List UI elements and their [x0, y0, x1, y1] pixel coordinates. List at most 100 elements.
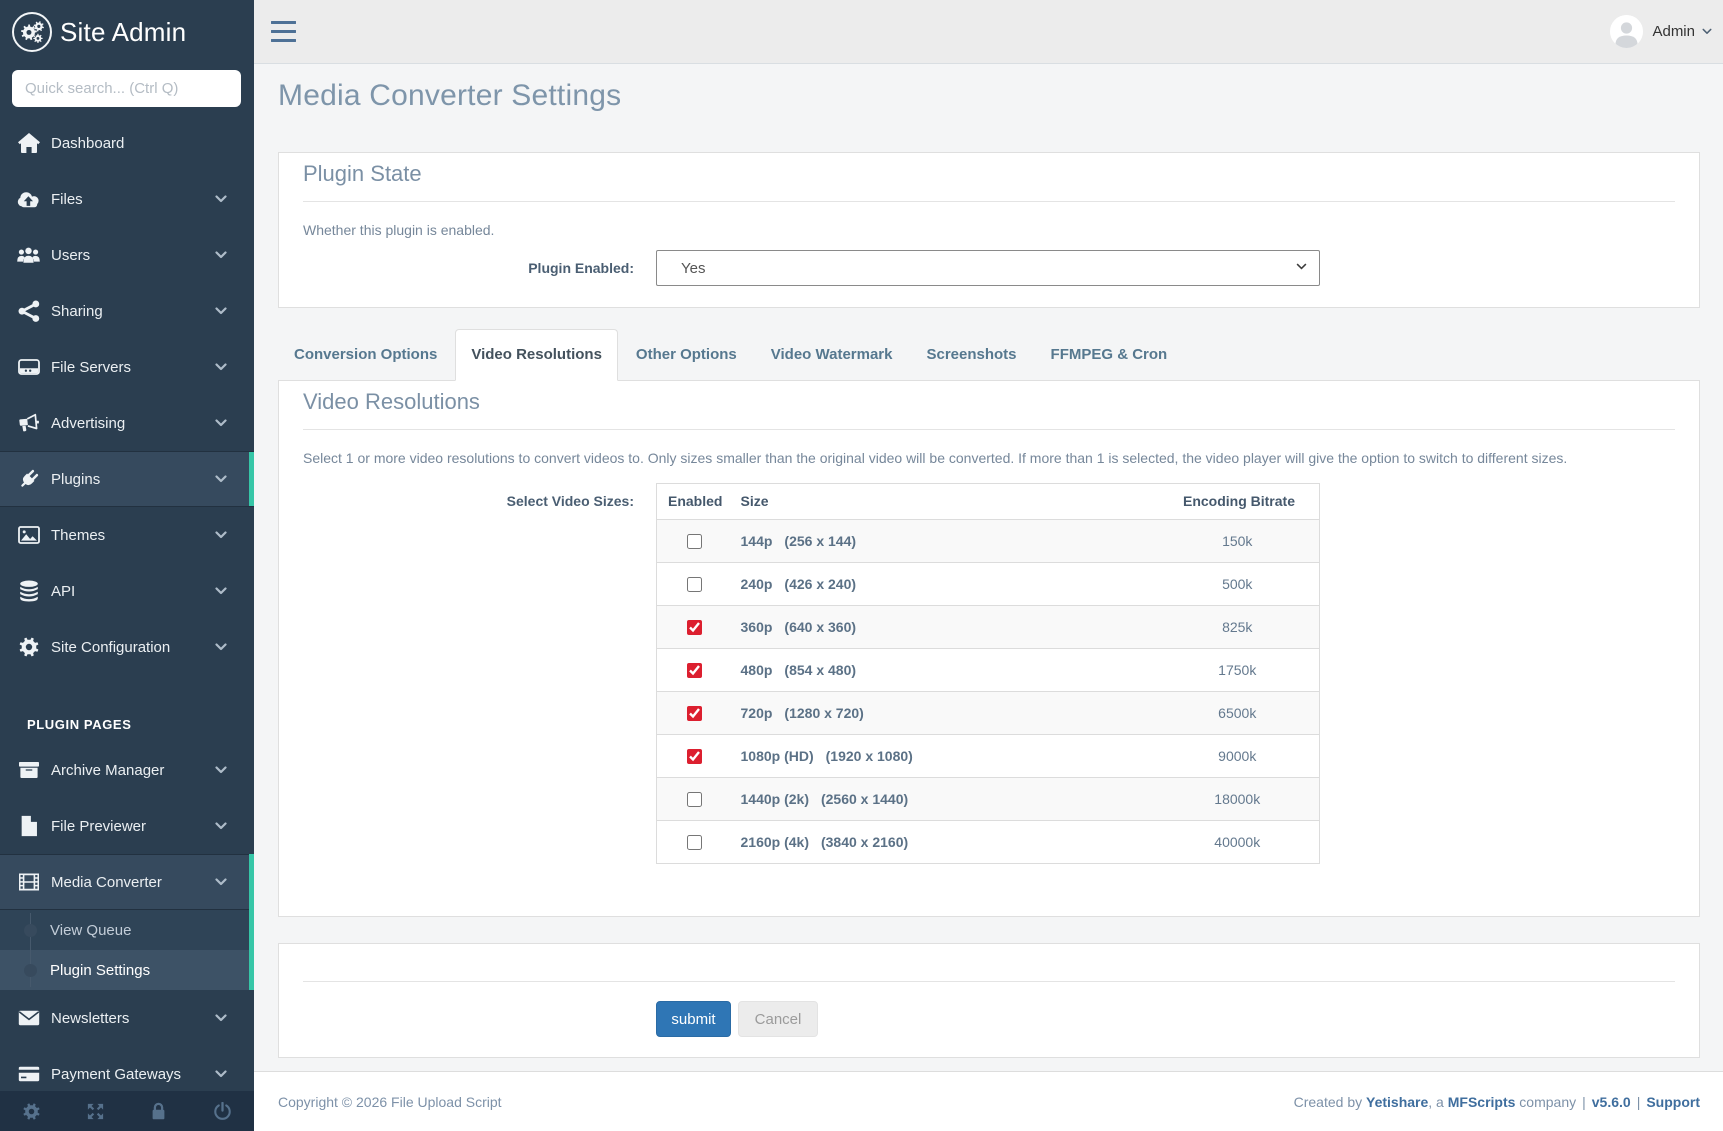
sidebar-item-files[interactable]: Files — [0, 171, 254, 227]
sidebar-item-advertising[interactable]: Advertising — [0, 395, 254, 451]
copyright-text: Copyright © 2026 File Upload Script — [278, 1094, 502, 1110]
chevron-down-icon — [215, 643, 227, 651]
settings-gear-icon[interactable] — [0, 1102, 64, 1121]
brand-title: Site Admin — [60, 17, 186, 48]
video-size-label: 360p(640 x 360) — [731, 606, 1170, 649]
sidebar-group-media-converter: Media Converter View Queue Plugin Settin… — [0, 854, 254, 990]
video-size-label: 480p(854 x 480) — [731, 649, 1170, 692]
video-size-checkbox[interactable] — [687, 620, 702, 635]
chevron-down-icon — [215, 363, 227, 371]
select-video-sizes-label: Select Video Sizes: — [303, 483, 656, 509]
tab-ffmpeg-cron[interactable]: FFMPEG & Cron — [1035, 329, 1184, 381]
sidebar-item-users[interactable]: Users — [0, 227, 254, 283]
footer: Copyright © 2026 File Upload Script Crea… — [254, 1071, 1723, 1131]
video-size-label: 1440p (2k)(2560 x 1440) — [731, 778, 1170, 821]
yetishare-link[interactable]: Yetishare — [1366, 1094, 1428, 1110]
sidebar-subitem-label: View Queue — [50, 922, 131, 939]
tab-conversion-options[interactable]: Conversion Options — [278, 329, 453, 381]
video-size-checkbox[interactable] — [687, 835, 702, 850]
chevron-down-icon — [215, 419, 227, 427]
lock-icon[interactable] — [127, 1102, 191, 1121]
mfscripts-link[interactable]: MFScripts — [1448, 1094, 1516, 1110]
video-size-row: 144p(256 x 144)150k — [657, 520, 1320, 563]
menu-hamburger-icon[interactable] — [271, 21, 296, 42]
video-size-row: 720p(1280 x 720)6500k — [657, 692, 1320, 735]
power-icon[interactable] — [191, 1102, 255, 1121]
sidebar-item-label: Advertising — [51, 415, 215, 432]
video-sizes-table: Enabled Size Encoding Bitrate 144p(256 x… — [656, 483, 1320, 864]
column-header-enabled: Enabled — [657, 484, 731, 520]
video-size-row: 1440p (2k)(2560 x 1440)18000k — [657, 778, 1320, 821]
sidebar-subitem-plugin-settings[interactable]: Plugin Settings — [0, 950, 254, 990]
video-size-checkbox[interactable] — [687, 577, 702, 592]
avatar — [1610, 15, 1643, 48]
archive-box-icon — [17, 759, 40, 782]
plugin-state-description: Whether this plugin is enabled. — [303, 222, 1675, 238]
plugin-enabled-select[interactable]: Yes — [656, 250, 1320, 286]
video-size-checkbox[interactable] — [687, 749, 702, 764]
column-header-size: Size — [731, 484, 1170, 520]
video-size-label: 240p(426 x 240) — [731, 563, 1170, 606]
sidebar-subitem-label: Plugin Settings — [50, 962, 150, 979]
tab-other-options[interactable]: Other Options — [620, 329, 753, 381]
chevron-down-icon — [215, 878, 227, 886]
sidebar-item-sharing[interactable]: Sharing — [0, 283, 254, 339]
tab-video-resolutions[interactable]: Video Resolutions — [455, 329, 618, 381]
tab-video-watermark[interactable]: Video Watermark — [755, 329, 909, 381]
quick-search-input[interactable] — [12, 70, 241, 107]
tab-screenshots[interactable]: Screenshots — [910, 329, 1032, 381]
sidebar-item-api[interactable]: API — [0, 563, 254, 619]
sidebar: Site Admin Dashboard Files Users Sharing… — [0, 0, 254, 1131]
users-icon — [17, 244, 40, 267]
video-size-row: 1080p (HD)(1920 x 1080)9000k — [657, 735, 1320, 778]
video-size-row: 240p(426 x 240)500k — [657, 563, 1320, 606]
chevron-down-icon — [215, 822, 227, 830]
sidebar-subitem-view-queue[interactable]: View Queue — [0, 910, 254, 950]
sidebar-item-label: File Previewer — [51, 818, 215, 835]
active-accent-bar — [249, 854, 254, 990]
film-icon — [17, 871, 40, 894]
submit-button[interactable]: submit — [656, 1001, 731, 1037]
video-size-bitrate: 500k — [1170, 563, 1320, 606]
video-size-bitrate: 6500k — [1170, 692, 1320, 735]
video-size-checkbox[interactable] — [687, 706, 702, 721]
footer-credits: Created by Yetishare, a MFScripts compan… — [1294, 1094, 1700, 1110]
sidebar-item-newsletters[interactable]: Newsletters — [0, 990, 254, 1046]
site-admin-logo-icon — [12, 12, 52, 52]
panel-spacer — [279, 944, 1699, 981]
cancel-button[interactable]: Cancel — [738, 1001, 818, 1037]
select-chevron-icon — [1296, 263, 1307, 270]
gear-icon — [17, 636, 40, 659]
sidebar-item-archive-manager[interactable]: Archive Manager — [0, 742, 254, 798]
divider — [303, 429, 1675, 430]
sidebar-item-file-previewer[interactable]: File Previewer — [0, 798, 254, 854]
video-resolutions-panel: Video Resolutions Select 1 or more video… — [278, 380, 1700, 917]
support-link[interactable]: Support — [1646, 1094, 1700, 1110]
sidebar-item-label: Users — [51, 247, 215, 264]
sidebar-item-label: Dashboard — [51, 135, 227, 152]
sidebar-item-file-servers[interactable]: File Servers — [0, 339, 254, 395]
sidebar-item-label: Files — [51, 191, 215, 208]
video-size-bitrate: 1750k — [1170, 649, 1320, 692]
video-resolutions-description: Select 1 or more video resolutions to co… — [303, 450, 1675, 466]
user-menu[interactable]: Admin — [1610, 15, 1712, 48]
sidebar-item-plugins[interactable]: Plugins — [0, 451, 254, 507]
video-size-checkbox[interactable] — [687, 792, 702, 807]
file-icon — [17, 815, 40, 838]
video-size-checkbox[interactable] — [687, 534, 702, 549]
video-size-row: 480p(854 x 480)1750k — [657, 649, 1320, 692]
sidebar-item-dashboard[interactable]: Dashboard — [0, 115, 254, 171]
sidebar-item-label: Plugins — [51, 471, 215, 488]
sidebar-item-label: Media Converter — [51, 874, 215, 891]
sidebar-item-media-converter[interactable]: Media Converter — [0, 854, 254, 910]
sidebar-item-site-configuration[interactable]: Site Configuration — [0, 619, 254, 675]
brand[interactable]: Site Admin — [0, 0, 254, 64]
divider — [303, 201, 1675, 202]
user-name: Admin — [1652, 23, 1695, 40]
sidebar-item-themes[interactable]: Themes — [0, 507, 254, 563]
plugin-enabled-label: Plugin Enabled: — [303, 260, 656, 276]
video-size-checkbox[interactable] — [687, 663, 702, 678]
cloud-upload-icon — [17, 188, 40, 211]
fullscreen-expand-icon[interactable] — [64, 1102, 128, 1121]
video-size-label: 144p(256 x 144) — [731, 520, 1170, 563]
